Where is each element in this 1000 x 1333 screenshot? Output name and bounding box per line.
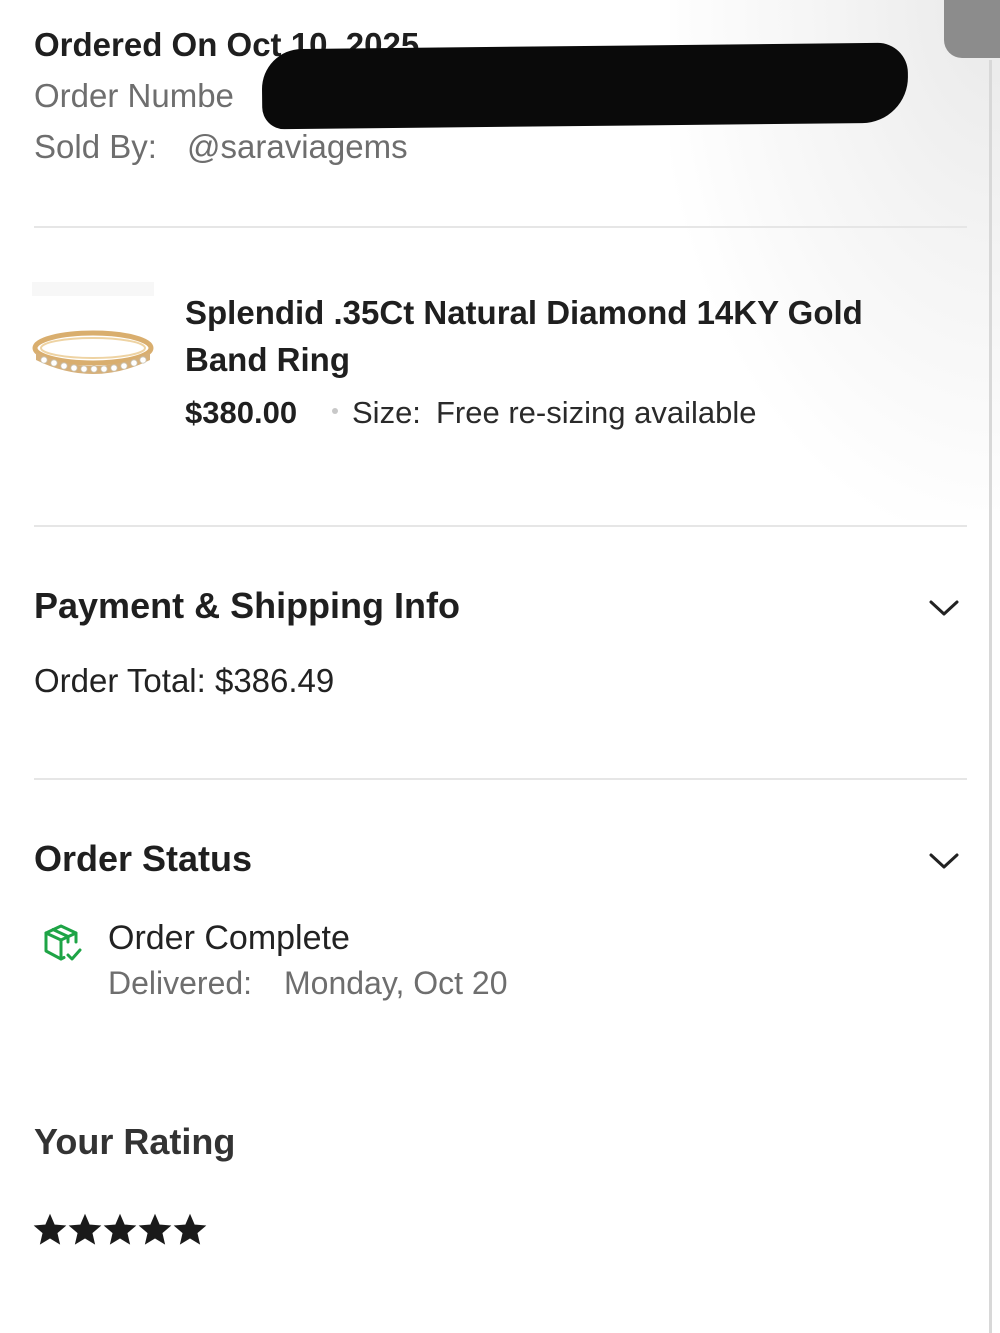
scroll-handle[interactable] [944,0,1000,58]
size-label: Size: [352,395,421,430]
item-title-line1[interactable]: Splendid .35Ct Natural Diamond 14KY Gold [185,294,863,332]
star-icon[interactable] [138,1213,172,1247]
star-rating[interactable] [33,1213,207,1247]
chevron-down-icon[interactable] [927,597,961,619]
star-icon[interactable] [173,1213,207,1247]
size-value: Free re-sizing available [436,395,757,430]
sold-by-label: Sold By: [34,128,157,165]
star-icon[interactable] [68,1213,102,1247]
divider [34,525,967,527]
ring-image[interactable] [32,282,154,388]
star-icon[interactable] [103,1213,137,1247]
delivered-label: Delivered: [108,965,253,1001]
redaction-mark [261,42,909,130]
divider [34,226,967,228]
package-check-icon [44,924,82,961]
delivered-date: Monday, Oct 20 [284,965,508,1001]
star-icon[interactable] [33,1213,67,1247]
order-status-heading[interactable]: Order Status [34,838,252,880]
divider [34,778,967,780]
order-total: Order Total: $386.49 [34,662,335,699]
scrollbar-track [989,60,992,1333]
item-title-line2[interactable]: Band Ring [185,341,350,379]
seller-handle-link[interactable]: @saraviagems [187,128,408,166]
chevron-down-icon[interactable] [927,850,961,872]
item-price: $380.00 [185,395,298,430]
your-rating-heading: Your Rating [34,1121,236,1162]
order-complete-status: Order Complete [108,919,350,957]
separator-dot [332,408,338,414]
payment-shipping-heading[interactable]: Payment & Shipping Info [34,585,460,627]
order-number-label: Order Numbe [34,77,234,114]
